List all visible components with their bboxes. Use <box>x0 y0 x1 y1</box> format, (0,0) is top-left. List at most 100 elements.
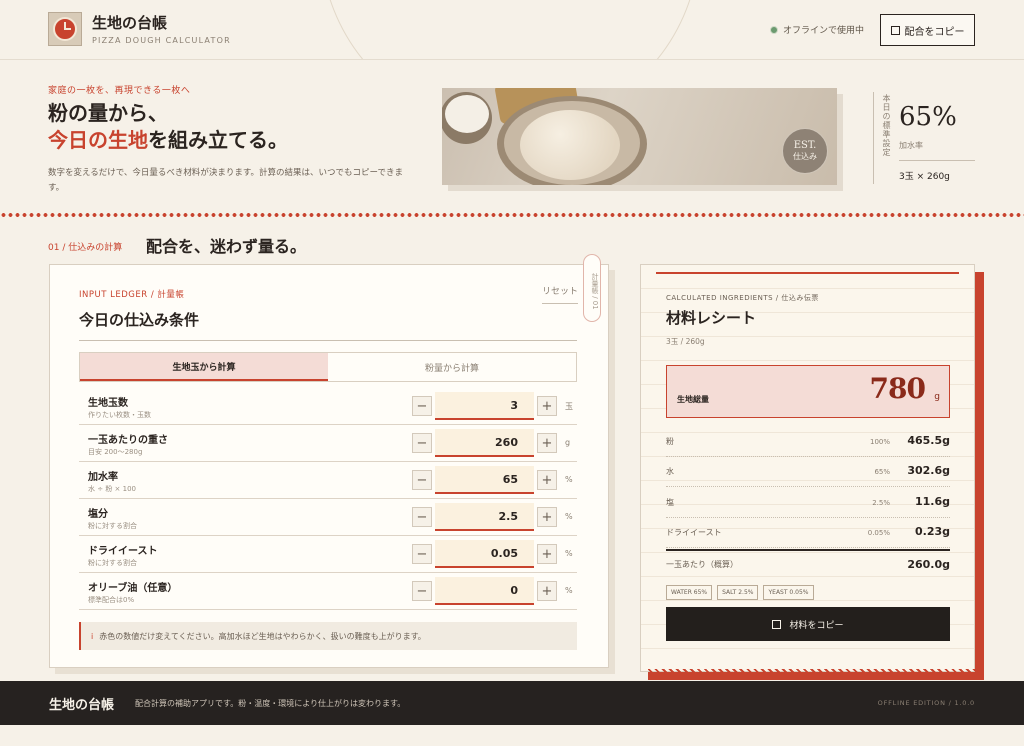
yeast-input[interactable]: 0.05 <box>435 540 534 568</box>
row-hint: 目安 200〜280g <box>88 448 143 456</box>
ingredient-row-yeast: ドライイースト 0.05% 0.23g <box>666 518 950 548</box>
ingredient-row-water: 水 65% 302.6g <box>666 457 950 487</box>
divider <box>899 160 975 161</box>
divider <box>79 340 577 341</box>
input-row-yeast: ドライイースト 粉に対する割合 − 0.05 + % <box>79 536 577 573</box>
offline-status: オフラインで使用中 <box>770 23 864 36</box>
footer-edition: OFFLINE EDITION / 1.0.0 <box>877 699 975 707</box>
increment-button[interactable]: + <box>537 396 557 416</box>
headline-red: 今日の生地 <box>48 128 148 152</box>
input-row-balls: 生地玉数 作りたい枚数・玉数 − 3 + 玉 <box>79 388 577 425</box>
row-hint: 粉に対する割合 <box>88 559 137 567</box>
recipe-subtitle: 3玉 / 260g <box>666 337 705 346</box>
increment-button[interactable]: + <box>537 507 557 527</box>
hero-headline: 粉の量から、 今日の生地を組み立てる。 <box>48 100 288 154</box>
ledger-eyebrow-ja: 計量帳 <box>157 290 185 300</box>
ingredient-value: 11.6g <box>914 495 950 508</box>
headline-line1: 粉の量から、 <box>48 101 168 125</box>
row-hint: 粉に対する割合 <box>88 522 137 530</box>
calc-mode-tabs: 生地玉から計算 粉量から計算 <box>79 352 577 382</box>
unit-label: 玉 <box>565 402 573 411</box>
ledger-eyebrow-en: INPUT LEDGER / <box>79 290 158 300</box>
copy-recipe-label: 配合をコピー <box>904 26 965 38</box>
est-badge-bottom: 仕込み <box>793 152 817 161</box>
unit-label: % <box>565 549 573 558</box>
per-ball-row: 一玉あたり（概算） 260.0g <box>666 557 950 577</box>
hint-note-text: 赤色の数値だけ変えてください。高加水ほど生地はやわらかく、扱いの難度も上がります… <box>99 631 426 641</box>
standard-setting: 本日の標準設定 65% 加水率 3玉 × 260g <box>873 92 975 184</box>
standard-vertical-label: 本日の標準設定 <box>882 94 891 157</box>
hint-note: i 赤色の数値だけ変えてください。高加水ほど生地はやわらかく、扱いの難度も上がり… <box>79 622 577 650</box>
hydration-input[interactable]: 65 <box>435 466 534 494</box>
copy-icon <box>772 619 782 629</box>
unit-label: % <box>565 586 573 595</box>
decrement-button[interactable]: − <box>412 433 432 453</box>
unit-label: g <box>565 438 571 447</box>
est-badge-top: EST. <box>793 140 817 151</box>
row-hint: 作りたい枚数・玉数 <box>88 411 151 419</box>
flour-shape <box>445 95 489 133</box>
info-icon: i <box>91 631 94 641</box>
clock-icon <box>53 17 77 41</box>
salt-input[interactable]: 2.5 <box>435 503 534 531</box>
ledger-eyebrow: INPUT LEDGER / 計量帳 <box>79 288 184 300</box>
increment-button[interactable]: + <box>537 544 557 564</box>
input-row-salt: 塩分 粉に対する割合 − 2.5 + % <box>79 499 577 536</box>
footer: 生地の台帳 配合計算の補助アプリです。粉・温度・環境により仕上がりは変わります。… <box>0 681 1024 725</box>
unit-label: % <box>565 512 573 521</box>
copy-recipe-button[interactable]: 配合をコピー <box>880 14 975 46</box>
salt-badge: SALT 2.5% <box>717 585 759 600</box>
increment-button[interactable]: + <box>537 581 557 601</box>
recipe-title: 材料レシート <box>666 309 757 327</box>
copy-ingredients-button[interactable]: 材料をコピー <box>666 607 950 641</box>
input-row-olive-oil: オリーブ油（任意） 標準配合は0% − 0 + % <box>79 573 577 610</box>
hero-eyebrow: 家庭の一枚を、再現できる一枚へ <box>48 86 191 96</box>
copy-icon <box>890 25 900 35</box>
row-hint: 標準配合は0% <box>88 596 135 604</box>
decrement-button[interactable]: − <box>412 544 432 564</box>
olive-oil-input[interactable]: 0 <box>435 577 534 605</box>
app-subtitle: PIZZA DOUGH CALCULATOR <box>92 36 231 45</box>
status-dot-icon <box>770 25 778 34</box>
balls-input[interactable]: 3 <box>435 392 534 420</box>
ingredient-name: 塩 <box>666 498 674 507</box>
increment-button[interactable]: + <box>537 470 557 490</box>
ingredient-value: 465.5g <box>907 434 950 447</box>
tab-from-balls[interactable]: 生地玉から計算 <box>80 353 328 381</box>
input-row-ball-weight: 一玉あたりの重さ 目安 200〜280g − 260 + g <box>79 425 577 462</box>
ingredient-value: 0.23g <box>914 525 950 538</box>
ingredient-row-flour: 粉 100% 465.5g <box>666 427 950 457</box>
footer-text: 配合計算の補助アプリです。粉・温度・環境により仕上がりは変わります。 <box>135 699 406 708</box>
per-ball-value: 260.0g <box>907 558 950 571</box>
decrement-button[interactable]: − <box>412 581 432 601</box>
hero-description: 数字を変えるだけで、今日量るべき材料が決まります。計算の結果は、いつでもコピーで… <box>48 168 404 193</box>
headline-line2: 今日の生地を組み立てる。 <box>48 127 288 154</box>
decorative-circle <box>320 0 700 59</box>
input-rows: 生地玉数 作りたい枚数・玉数 − 3 + 玉 一玉あたりの重さ 目安 200〜2… <box>79 388 577 610</box>
yeast-badge: YEAST 0.05% <box>763 585 814 600</box>
recipe-eyebrow: CALCULATED INGREDIENTS / 仕込み伝票 <box>666 294 819 302</box>
headline-rest: を組み立てる。 <box>148 128 288 152</box>
row-label: ドライイースト <box>88 546 158 557</box>
reset-button[interactable]: リセット <box>542 284 579 304</box>
dough-photo: EST. 仕込み <box>442 88 837 185</box>
footer-title: 生地の台帳 <box>49 698 115 713</box>
tab-from-flour[interactable]: 粉量から計算 <box>328 353 576 381</box>
decrement-button[interactable]: − <box>412 507 432 527</box>
app-title: 生地の台帳 <box>92 14 168 32</box>
increment-button[interactable]: + <box>537 433 557 453</box>
per-ball-label: 一玉あたり（概算） <box>666 560 738 569</box>
ledger-title: 今日の仕込み条件 <box>79 311 200 329</box>
row-label: 生地玉数 <box>88 398 128 409</box>
ingredient-pct: 65% <box>874 468 890 476</box>
ratio-badges: WATER 65% SALT 2.5% YEAST 0.05% <box>666 585 814 600</box>
ingredient-pct: 100% <box>869 438 890 446</box>
app-header: 生地の台帳 PIZZA DOUGH CALCULATOR オフラインで使用中 配… <box>0 0 1024 60</box>
offline-status-text: オフラインで使用中 <box>783 26 865 36</box>
decrement-button[interactable]: − <box>412 470 432 490</box>
ball-weight-input[interactable]: 260 <box>435 429 534 457</box>
decrement-button[interactable]: − <box>412 396 432 416</box>
input-row-hydration: 加水率 水 ÷ 粉 × 100 − 65 + % <box>79 462 577 499</box>
total-value: 780 <box>869 372 926 405</box>
divider <box>666 549 950 551</box>
